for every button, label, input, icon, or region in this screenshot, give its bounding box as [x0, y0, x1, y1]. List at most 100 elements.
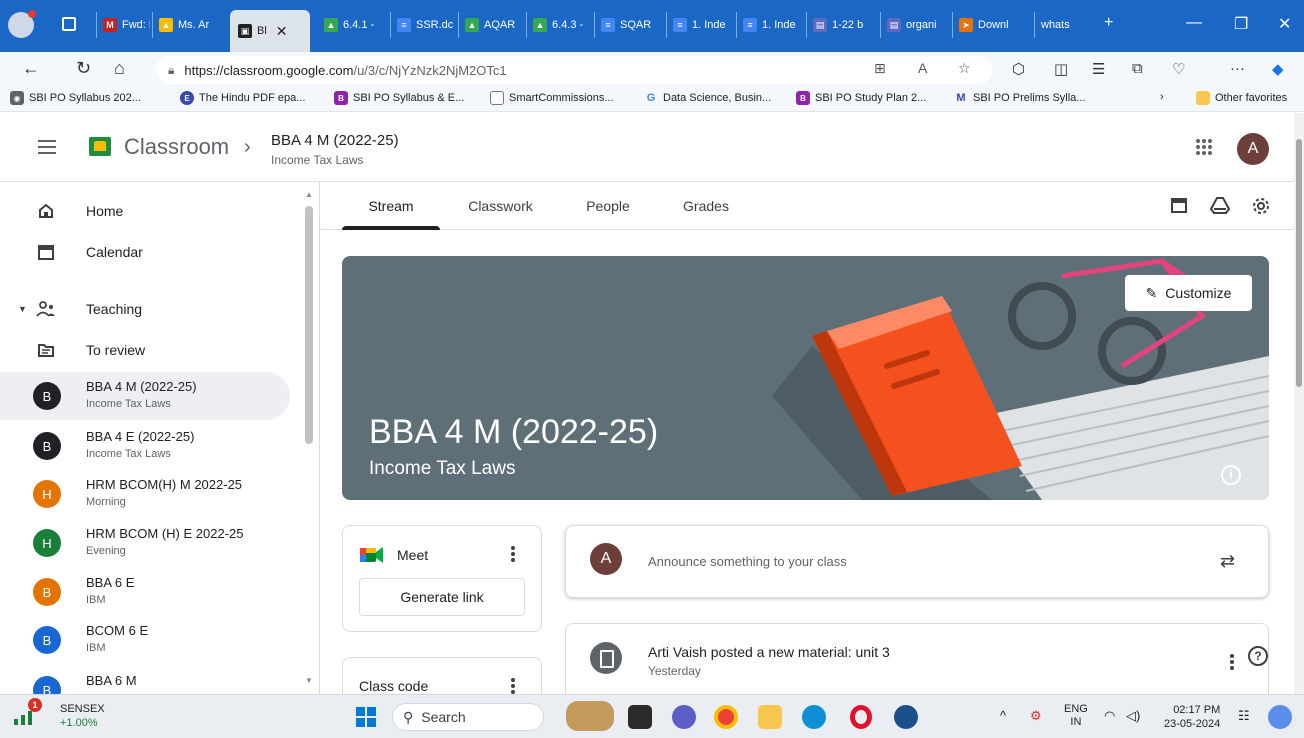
browser-tab-9[interactable]: ≡ 1. Inde [666, 12, 734, 38]
browser-tab-7[interactable]: ▲ 6.4.3 - [526, 12, 592, 38]
caret-down-icon[interactable]: ▼ [18, 304, 27, 314]
sidebar-scroll-thumb[interactable] [305, 206, 313, 444]
close-window-icon[interactable]: ✕ [1278, 14, 1291, 34]
classroom-logo-icon[interactable] [89, 137, 111, 156]
sidebar-class-item[interactable]: H HRM BCOM (H) E 2022-25 Evening [0, 519, 290, 567]
volume-icon[interactable]: ◁) [1126, 708, 1140, 724]
address-bar[interactable]: 🔒︎ https://classroom.google.com/u/3/c/Nj… [156, 56, 992, 84]
bookmark-1[interactable]: ◉ SBI PO Syllabus 202... [10, 91, 141, 105]
calendar-icon[interactable] [1170, 196, 1190, 216]
sidebar-class-item[interactable]: B BCOM 6 E IBM [0, 616, 290, 664]
bookmark-7[interactable]: M SBI PO Prelims Sylla... [954, 91, 1085, 105]
windows-start-icon[interactable] [356, 707, 376, 727]
sidebar-class-item[interactable]: B BBA 6 M [0, 666, 290, 694]
copilot-icon[interactable]: ◆ [1272, 60, 1284, 78]
account-avatar[interactable]: A [1237, 133, 1269, 165]
other-favorites[interactable]: Other favorites [1196, 91, 1287, 105]
main-menu-icon[interactable] [38, 140, 56, 154]
help-icon[interactable]: ? [1248, 646, 1268, 666]
more-options-icon[interactable] [511, 678, 515, 694]
new-tab-icon[interactable]: + [1104, 14, 1113, 32]
sidebar-class-item[interactable]: B BBA 4 M (2022-25) Income Tax Laws [0, 372, 290, 420]
bookmarks-overflow-icon[interactable]: › [1160, 91, 1164, 103]
header-class-title[interactable]: BBA 4 M (2022-25) [271, 132, 399, 149]
browser-tab-active[interactable]: ▣ Bl ✕ [230, 10, 310, 52]
opera-icon[interactable] [850, 705, 872, 729]
bluetooth-off-icon[interactable]: ⚙ [1030, 708, 1042, 724]
chrome-icon[interactable] [714, 705, 738, 729]
tab-stream[interactable]: Stream [342, 182, 440, 230]
read-aloud-icon[interactable]: A [918, 60, 927, 76]
tab-classwork[interactable]: Classwork [453, 182, 548, 230]
app-name[interactable]: Classroom [124, 134, 229, 160]
minimize-icon[interactable]: — [1186, 14, 1202, 32]
post-title[interactable]: Arti Vaish posted a new material: unit 3 [648, 644, 890, 660]
input-language[interactable]: ENG IN [1064, 703, 1088, 729]
browser-profile-icon[interactable] [8, 10, 36, 38]
browser-tab-4[interactable]: ▲ 6.4.1 - [318, 12, 388, 38]
sidebar-class-item[interactable]: B BBA 4 E (2022-25) Income Tax Laws [0, 422, 290, 470]
browser-tab-2[interactable]: ▲ Ms. Ar [152, 12, 230, 38]
browser-tab-14[interactable]: whats [1034, 12, 1100, 38]
announce-card[interactable]: A Announce something to your class ⇄ [565, 525, 1269, 598]
browser-tab-13[interactable]: ➤ Downl [952, 12, 1018, 38]
sidebar-item-to-review[interactable]: To review [0, 332, 290, 368]
restore-icon[interactable]: ❐ [1234, 14, 1248, 34]
drive-folder-icon[interactable] [1209, 196, 1231, 216]
sidebar-item-home[interactable]: Home [0, 193, 290, 229]
extensions-icon[interactable]: ⬡ [1012, 60, 1025, 78]
info-icon[interactable]: i [1221, 465, 1241, 485]
bookmark-5[interactable]: G Data Science, Busin... [644, 91, 772, 105]
scroll-up-icon[interactable]: ▲ [305, 190, 313, 199]
google-apps-icon[interactable] [1196, 139, 1212, 155]
reload-icon[interactable]: ↻ [76, 58, 91, 79]
more-options-icon[interactable] [511, 546, 515, 562]
collections-icon[interactable]: ⧉ [1132, 60, 1143, 77]
turtle-widget-icon[interactable] [566, 701, 614, 731]
page-scrollbar[interactable] [1294, 113, 1304, 694]
sidebar-scrollbar[interactable]: ▲ ▼ [305, 190, 313, 685]
bookmark-6[interactable]: B SBI PO Study Plan 2... [796, 91, 926, 105]
bookmark-2[interactable]: E The Hindu PDF epa... [180, 91, 305, 105]
browser-tab-5[interactable]: ≡ SSR.dc [390, 12, 456, 38]
task-view-icon[interactable] [628, 705, 652, 729]
browser-tab-8[interactable]: ≡ SQAR [594, 12, 664, 38]
bookmark-4[interactable]: SmartCommissions... [490, 91, 614, 105]
tab-grades[interactable]: Grades [671, 182, 741, 230]
more-menu-icon[interactable]: ··· [1230, 60, 1245, 77]
file-explorer-icon[interactable] [758, 705, 782, 729]
edge-icon[interactable] [802, 705, 826, 729]
home-icon[interactable]: ⌂ [114, 58, 125, 79]
repost-icon[interactable]: ⇄ [1220, 551, 1235, 572]
browser-tab-10[interactable]: ≡ 1. Inde [736, 12, 804, 38]
back-icon[interactable]: ← [22, 58, 40, 79]
favorites-icon[interactable]: ☰ [1092, 60, 1105, 78]
sidebar-item-calendar[interactable]: Calendar [0, 234, 290, 270]
tray-overflow-icon[interactable]: ^ [1000, 708, 1006, 723]
split-screen-icon[interactable]: ◫ [1054, 60, 1068, 78]
browser-tab-11[interactable]: ▤ 1-22 b [806, 12, 878, 38]
tab-people[interactable]: People [573, 182, 643, 230]
tab-actions-icon[interactable] [62, 17, 76, 31]
browser-tab-6[interactable]: ▲ AQAR [458, 12, 524, 38]
teams-chat-icon[interactable] [672, 705, 696, 729]
sidebar-item-teaching[interactable]: ▼ Teaching [0, 291, 290, 327]
sidebar-class-item[interactable]: B BBA 6 E IBM [0, 568, 290, 616]
sidebar-class-item[interactable]: H HRM BCOM(H) M 2022-25 Morning [0, 470, 290, 518]
generate-link-button[interactable]: Generate link [359, 578, 525, 616]
bookmark-3[interactable]: B SBI PO Syllabus & E... [334, 91, 464, 105]
announce-input[interactable]: Announce something to your class [648, 554, 847, 569]
browser-tab-12[interactable]: ▤ organi [880, 12, 950, 38]
system-clock[interactable]: 02:17 PM 23-05-2024 [1164, 703, 1220, 731]
taskbar-search[interactable]: ⚲ Search [392, 703, 544, 731]
customize-button[interactable]: ✎ Customize [1125, 275, 1252, 311]
notifications-icon[interactable]: ☷ [1238, 708, 1250, 724]
favorite-star-icon[interactable]: ☆ [958, 60, 971, 77]
stock-name[interactable]: SENSEX [60, 703, 105, 715]
wifi-icon[interactable]: ◠ [1104, 708, 1115, 724]
app-available-icon[interactable]: ⊞ [874, 60, 886, 77]
close-icon[interactable]: ✕ [276, 23, 288, 40]
settings-gear-icon[interactable] [1251, 196, 1271, 216]
copilot-taskbar-icon[interactable] [1268, 705, 1292, 729]
scroll-down-icon[interactable]: ▼ [305, 676, 313, 685]
